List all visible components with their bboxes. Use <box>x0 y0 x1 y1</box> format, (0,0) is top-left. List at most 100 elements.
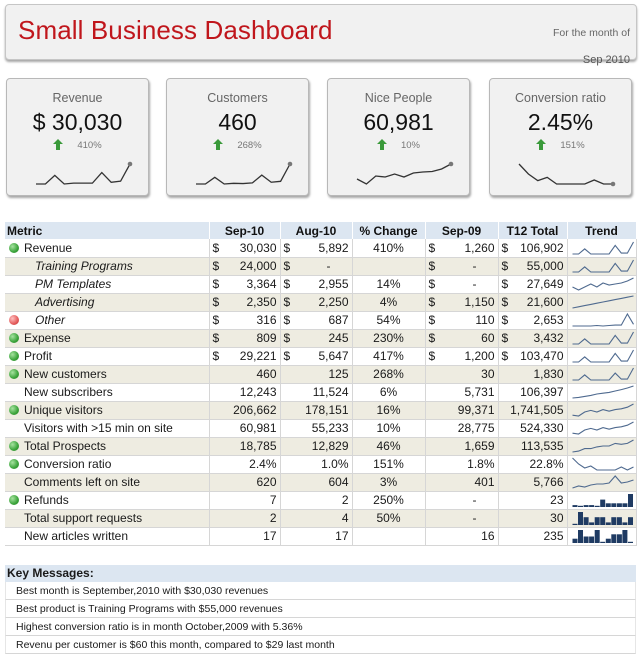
currency-symbol: $ <box>283 349 291 363</box>
trend-sparkline <box>572 331 634 345</box>
sep10-value: 24,000 <box>239 259 277 273</box>
t12-value: 23 <box>550 493 564 507</box>
kpi-value: 2.45% <box>527 109 594 135</box>
aug10-cell: $5,892 <box>280 239 353 258</box>
status-green-icon <box>9 242 19 253</box>
currency-symbol: $ <box>283 313 291 327</box>
status-none <box>9 387 19 397</box>
metric-name-cell: Profit <box>5 347 210 366</box>
metric-name: New subscribers <box>24 385 113 399</box>
sep10-value: 620 <box>256 475 277 489</box>
aug10-value: 2,250 <box>318 295 349 309</box>
currency-symbol: $ <box>212 295 220 309</box>
sparkline-path <box>572 331 634 345</box>
key-message-item: Revenu per customer is $60 this month, c… <box>5 636 636 654</box>
change-cell <box>352 527 426 546</box>
table-row: New subscribers 12,243 11,524 6% 5,731 106,39… <box>5 383 637 402</box>
trend-cell <box>567 491 637 510</box>
sep10-value: 206,662 <box>233 403 277 417</box>
change-value: 46% <box>376 439 401 453</box>
trend-cell <box>567 329 637 348</box>
trend-cell <box>567 365 637 384</box>
trend-cell <box>567 239 637 258</box>
change-cell: 417% <box>352 347 426 366</box>
trend-sparkline <box>572 494 633 507</box>
change-cell: 14% <box>352 275 426 294</box>
sep10-cell: $809 <box>209 329 281 348</box>
up-arrow-icon <box>213 139 224 150</box>
trend-cell <box>567 293 637 312</box>
sep10-value: 18,785 <box>239 439 277 453</box>
key-messages-panel: Key Messages: Best month is September,20… <box>5 565 636 654</box>
t12-value: 22.8% <box>529 457 564 471</box>
sep09-value: - <box>472 277 477 291</box>
status-none <box>9 531 19 541</box>
aug10-cell: 55,233 <box>280 419 353 438</box>
sparkbar <box>621 522 627 525</box>
t12-value: 21,600 <box>526 295 564 309</box>
metric-name: Comments left on site <box>24 475 141 489</box>
aug10-cell: 125 <box>280 365 353 384</box>
change-value: 50% <box>376 511 401 525</box>
sep10-cell: $29,221 <box>209 347 281 366</box>
change-cell: 3% <box>352 473 426 492</box>
sep10-value: 2 <box>269 511 277 525</box>
change-value: 14% <box>376 277 401 291</box>
aug10-cell: $2,250 <box>280 293 353 312</box>
sparkline-path <box>571 457 634 471</box>
metric-name-cell: Other <box>5 311 210 330</box>
sparkbar <box>610 503 616 507</box>
currency-symbol: $ <box>283 295 291 309</box>
sparkline-path <box>572 241 634 255</box>
change-value: 230% <box>373 331 404 345</box>
trend-sparkline <box>571 277 634 291</box>
change-cell: 230% <box>352 329 426 348</box>
metric-name: Expense <box>24 331 71 345</box>
change-cell: 151% <box>352 455 426 474</box>
sparkbar <box>605 522 611 525</box>
sparkbar <box>605 538 611 543</box>
t12-value: 1,830 <box>533 367 564 381</box>
sparkline-path <box>356 163 452 185</box>
t12-cell: $21,600 <box>498 293 568 312</box>
sep10-cell: $3,364 <box>209 275 281 294</box>
table-row: Advertising $2,350 $2,250 4% $1,150 $21,600 <box>5 293 637 312</box>
t12-value: 55,000 <box>526 259 564 273</box>
sparkbar <box>627 541 633 543</box>
change-value: 268% <box>373 367 404 381</box>
t12-value: 524,330 <box>520 421 564 435</box>
aug10-cell: $5,647 <box>280 347 353 366</box>
change-value: 417% <box>373 349 404 363</box>
sparkline-path <box>571 421 634 435</box>
t12-cell: 106,397 <box>498 383 568 402</box>
currency-symbol: $ <box>212 259 220 273</box>
sep09-cell: $1,200 <box>425 347 499 366</box>
metric-name-cell: New articles written <box>5 527 210 546</box>
trend-cell <box>567 455 637 474</box>
kpi-value: 60,981 <box>363 109 434 135</box>
status-green-icon <box>9 495 19 505</box>
aug10-value: 687 <box>328 313 349 327</box>
trend-cell <box>567 347 637 366</box>
metric-name: Unique visitors <box>24 403 103 417</box>
metric-name: New articles written <box>24 529 129 543</box>
sep09-value: - <box>472 493 477 507</box>
change-cell: 54% <box>352 311 426 330</box>
sep09-value: 30 <box>481 367 495 381</box>
period-value[interactable]: Sep 2010 <box>583 54 630 66</box>
change-cell: 50% <box>352 509 426 528</box>
currency-symbol: $ <box>428 349 436 363</box>
t12-value: 106,397 <box>520 385 564 399</box>
change-value: 3% <box>379 475 398 489</box>
sep09-cell: - <box>425 491 499 510</box>
sep09-cell: $1,260 <box>425 239 499 258</box>
metric-name: Profit <box>24 349 53 363</box>
sep09-cell: 5,731 <box>425 383 499 402</box>
sep10-cell: $2,350 <box>209 293 281 312</box>
trend-cell <box>567 473 637 492</box>
sparkbar <box>572 523 577 525</box>
up-arrow-icon <box>536 139 547 150</box>
sparkline-path <box>572 367 634 381</box>
metric-name: PM Templates <box>35 277 112 291</box>
sep09-cell: 28,775 <box>425 419 499 438</box>
